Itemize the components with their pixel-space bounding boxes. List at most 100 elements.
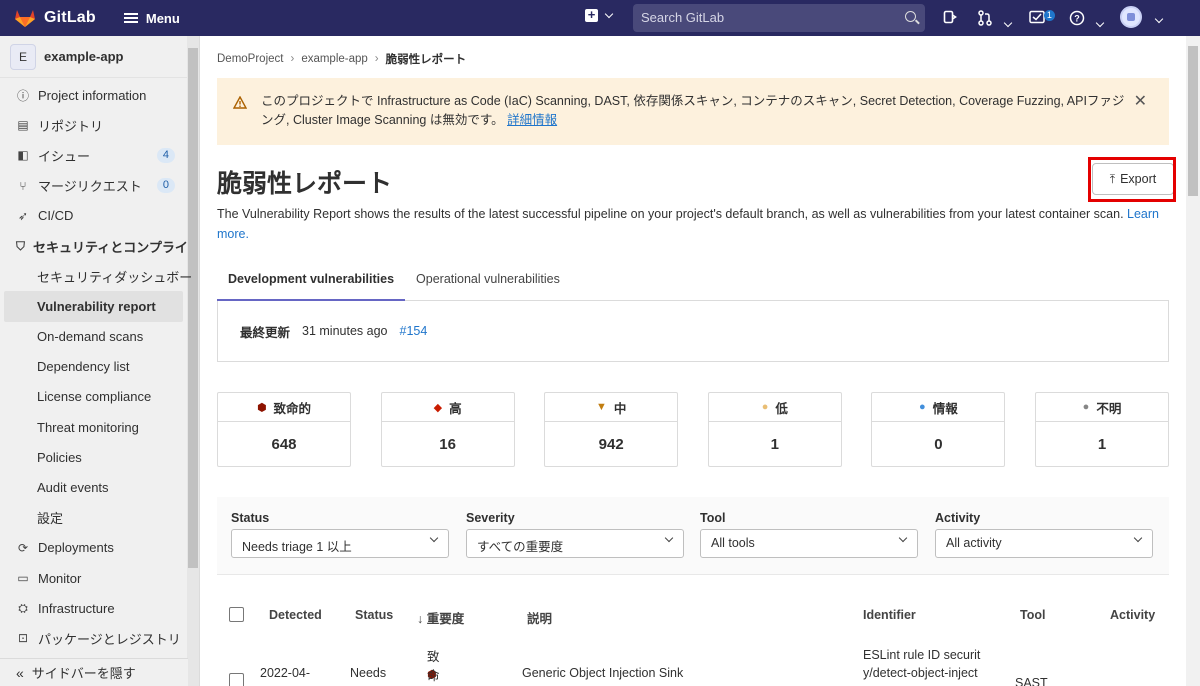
sidebar-item-on-demand-scans[interactable]: On-demand scans xyxy=(0,322,187,352)
brand-name: GitLab xyxy=(44,9,96,26)
row-checkbox[interactable] xyxy=(229,673,244,686)
chevron-down-icon xyxy=(1133,533,1143,543)
sidebar-item-label: License compliance xyxy=(37,389,152,405)
hamburger-icon xyxy=(123,13,138,23)
filter-value: Needs triage 1 以上 xyxy=(242,540,352,554)
sidebar-scrollbar[interactable] xyxy=(187,36,199,686)
sidebar-item-dependency-list[interactable]: Dependency list xyxy=(0,352,187,382)
sidebar-item-audit-events[interactable]: Audit events xyxy=(0,472,187,502)
table-row[interactable]: 2022-04- Needs ⬢致命的 Generic Object Injec… xyxy=(217,636,1169,686)
merge-requests-shortcut[interactable] xyxy=(977,10,1013,29)
status-filter-dropdown[interactable]: Needs triage 1 以上 xyxy=(231,529,449,558)
column-severity[interactable]: ↓ 重要度 xyxy=(417,608,464,627)
sidebar-item-packages-registries[interactable]: ⊡ パッケージとレジストリ xyxy=(0,623,187,653)
sidebar-item-repository[interactable]: ▤ リポジトリ xyxy=(0,110,187,140)
sidebar-item-threat-monitoring[interactable]: Threat monitoring xyxy=(0,412,187,442)
close-icon[interactable]: ✕ xyxy=(1134,92,1147,111)
sidebar-item-security-compliance[interactable]: ⛉ セキュリティとコンプライ xyxy=(0,231,188,261)
filter-label: Activity xyxy=(935,511,981,525)
export-button[interactable]: ⤒ Export xyxy=(1092,163,1174,195)
medium-icon: ▼ xyxy=(595,401,607,413)
column-status[interactable]: Status xyxy=(355,608,393,622)
issues-count-badge: 4 xyxy=(156,147,175,163)
sidebar-item-vulnerability-report[interactable]: Vulnerability report xyxy=(4,291,183,322)
svg-text:?: ? xyxy=(1074,14,1080,24)
sidebar-item-ci-cd[interactable]: ➶ CI/CD xyxy=(0,201,187,231)
pipeline-link[interactable]: #154 xyxy=(400,324,428,338)
column-tool[interactable]: Tool xyxy=(1020,608,1045,622)
severity-card-info: ● 情報 0 xyxy=(871,392,1006,467)
low-icon: ● xyxy=(761,401,769,413)
search-input[interactable]: Search GitLab xyxy=(633,4,925,32)
sidebar-item-label: Policies xyxy=(37,449,82,465)
collapse-sidebar-button[interactable]: « サイドバーを隠す xyxy=(0,658,188,686)
todos-shortcut[interactable]: 1 xyxy=(1029,10,1055,27)
new-dropdown[interactable]: + xyxy=(585,8,614,22)
avatar-chevron[interactable] xyxy=(1148,9,1164,25)
breadcrumb-current[interactable]: 脆弱性レポート xyxy=(386,51,467,67)
sidebar-item-monitor[interactable]: ▭ Monitor xyxy=(0,563,187,593)
sidebar-project-header[interactable]: E example-app xyxy=(0,36,187,78)
column-description[interactable]: 説明 xyxy=(527,608,552,627)
sidebar-item-policies[interactable]: Policies xyxy=(0,442,187,472)
activity-filter-dropdown[interactable]: All activity xyxy=(935,529,1153,558)
chevron-right-icon: › xyxy=(374,53,379,65)
sidebar-item-label: パッケージとレジストリ xyxy=(38,631,181,647)
row-description[interactable]: Generic Object Injection Sink xyxy=(522,666,683,680)
sidebar-item-label: イシュー xyxy=(38,148,91,164)
filter-bar: Status Needs triage 1 以上 Severity すべての重要… xyxy=(217,497,1169,575)
page-scrollbar[interactable] xyxy=(1186,36,1200,686)
sidebar-item-security-dashboard[interactable]: セキュリティダッシュボー xyxy=(0,261,192,291)
sidebar-item-issues[interactable]: ◧ イシュー 4 xyxy=(0,140,187,170)
sidebar-item-project-information[interactable]: ⓘ Project information xyxy=(0,80,187,110)
sidebar-item-label: セキュリティとコンプライ xyxy=(33,239,188,255)
tool-filter: Tool All tools xyxy=(700,511,918,558)
sidebar-item-label: CI/CD xyxy=(38,208,74,224)
help-dropdown[interactable]: ? xyxy=(1069,10,1105,29)
last-updated-panel: 最終更新 31 minutes ago #154 xyxy=(217,301,1169,362)
severity-filter-dropdown[interactable]: すべての重要度 xyxy=(466,529,684,558)
merge-request-icon: ⑂ xyxy=(19,178,27,193)
breadcrumb: DemoProject › example-app › 脆弱性レポート xyxy=(217,51,466,67)
issues-shortcut-icon[interactable] xyxy=(943,10,957,27)
tool-filter-dropdown[interactable]: All tools xyxy=(700,529,918,558)
rocket-icon: ➶ xyxy=(17,208,29,223)
select-all-checkbox[interactable] xyxy=(229,607,244,622)
page-scroll-thumb[interactable] xyxy=(1188,46,1198,196)
tab-development-vulnerabilities[interactable]: Development vulnerabilities xyxy=(217,264,406,301)
breadcrumb-group[interactable]: DemoProject xyxy=(217,53,283,65)
sidebar-scroll-thumb[interactable] xyxy=(188,48,198,568)
alert-more-info-link[interactable]: 詳細情報 xyxy=(507,113,557,127)
menu-button[interactable]: Menu xyxy=(123,11,180,26)
package-icon: ⊡ xyxy=(17,631,29,646)
column-detected[interactable]: Detected xyxy=(269,608,322,622)
filter-label: Severity xyxy=(466,511,515,525)
project-name: example-app xyxy=(44,49,124,64)
gitlab-logo[interactable]: GitLab xyxy=(14,8,96,28)
filter-value: すべての重要度 xyxy=(477,540,564,554)
user-avatar[interactable] xyxy=(1120,6,1142,28)
column-activity[interactable]: Activity xyxy=(1110,608,1155,622)
unknown-icon: ● xyxy=(1082,401,1090,413)
breadcrumb-project[interactable]: example-app xyxy=(301,53,367,65)
row-status: Needs xyxy=(350,666,387,680)
collapse-sidebar-label: サイドバーを隠す xyxy=(31,666,136,681)
row-detected: 2022-04- xyxy=(260,666,311,680)
severity-card-unknown: ● 不明 1 xyxy=(1035,392,1169,467)
tanuki-icon xyxy=(15,10,35,27)
tab-operational-vulnerabilities[interactable]: Operational vulnerabilities xyxy=(405,264,571,301)
sidebar-item-label: Project information xyxy=(38,87,147,103)
sidebar-item-license-compliance[interactable]: License compliance xyxy=(0,382,187,412)
left-sidebar: E example-app ⓘ Project information ▤ リポジト… xyxy=(0,36,200,686)
sidebar-item-deployments[interactable]: ⟳ Deployments xyxy=(0,533,187,563)
project-avatar: E xyxy=(10,43,36,70)
chevron-down-icon xyxy=(664,533,674,543)
sidebar-item-security-settings[interactable]: 設定 xyxy=(0,503,187,533)
sidebar-item-merge-requests[interactable]: ⑂ マージリクエスト 0 xyxy=(0,171,187,201)
description-text: The Vulnerability Report shows the resul… xyxy=(217,207,1124,221)
severity-count: 648 xyxy=(271,436,297,453)
column-identifier[interactable]: Identifier xyxy=(863,608,916,622)
issues-icon: ◧ xyxy=(17,148,29,163)
severity-counts: ⬢ 致命的 648 ◆ 高 16 ▼ 中 942 ● 低 1 ● 情報 0 ● 不明 1 xyxy=(217,392,1169,467)
sidebar-item-infrastructure[interactable]: ⛭ Infrastructure xyxy=(0,593,187,623)
